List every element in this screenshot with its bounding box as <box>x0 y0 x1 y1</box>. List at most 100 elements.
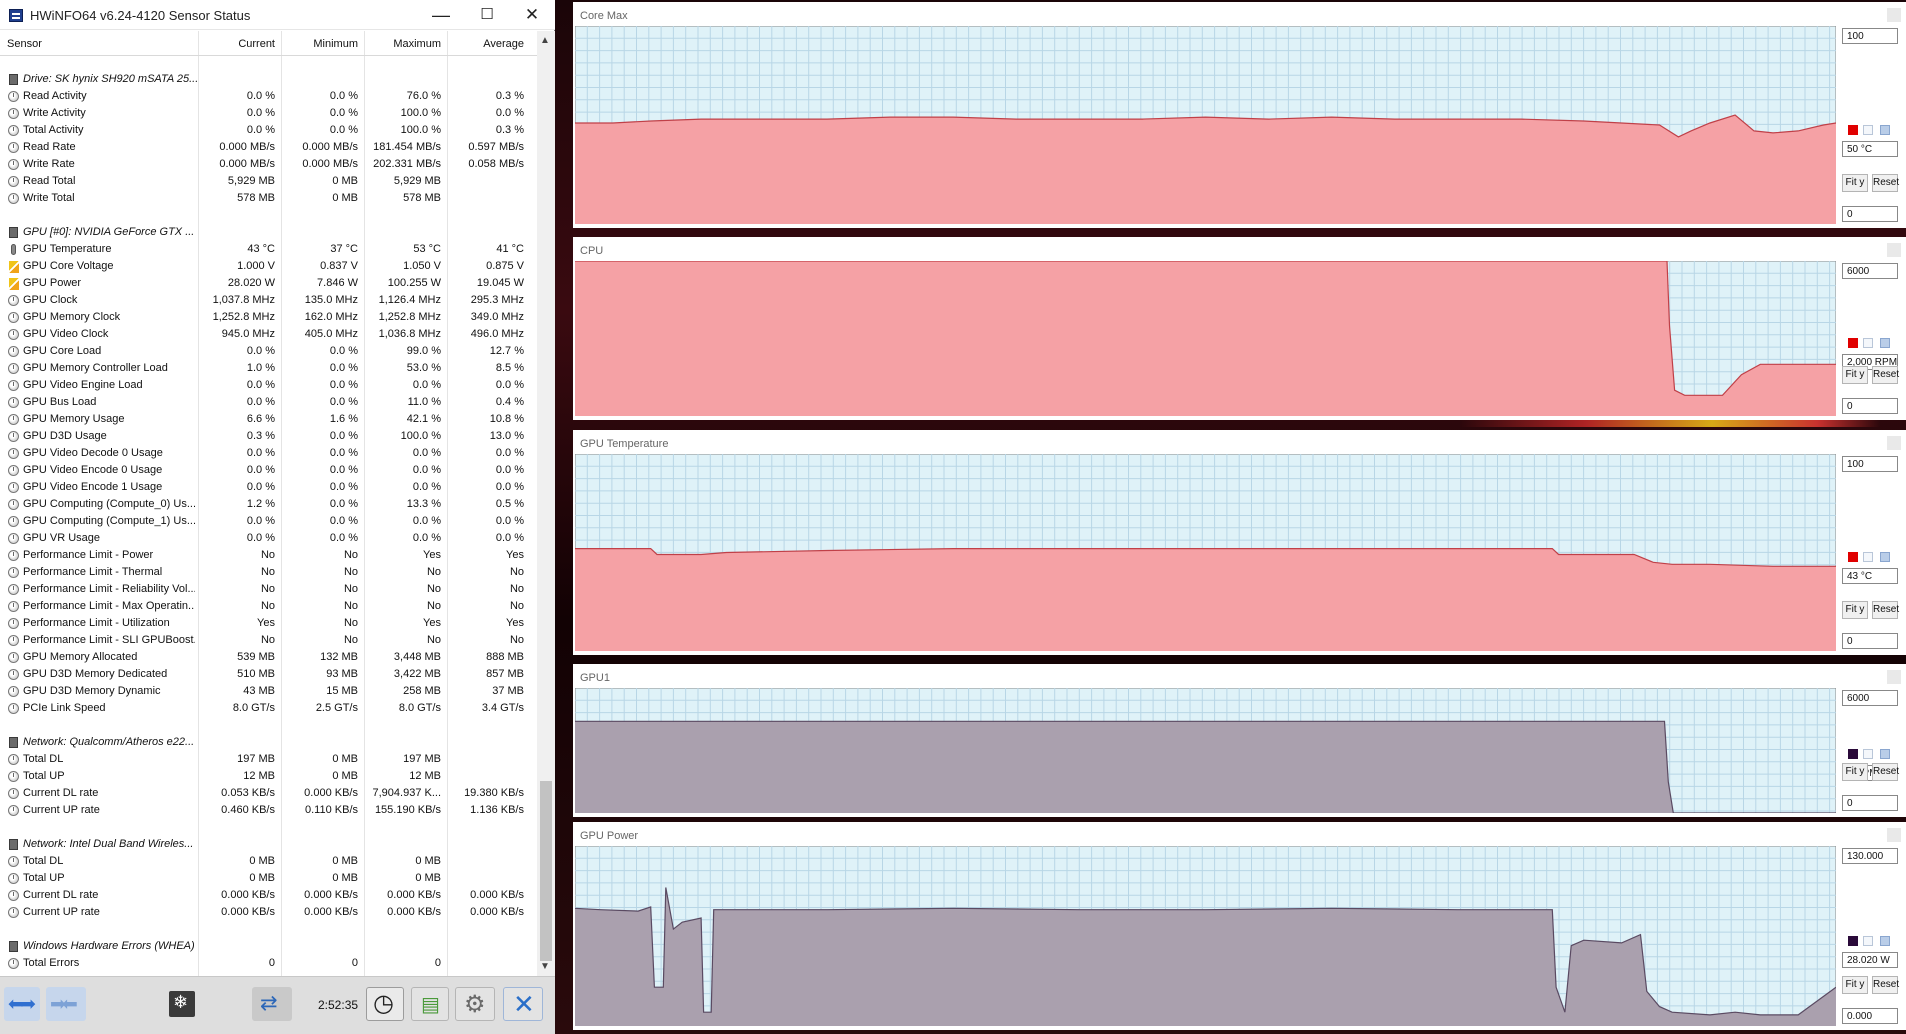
graph-max-input[interactable]: 6000 <box>1842 690 1898 706</box>
network-button[interactable]: ⇄ <box>252 987 292 1021</box>
trace-color-swatch[interactable] <box>1848 749 1858 759</box>
sensor-row[interactable]: Total DL 197 MB 0 MB 197 MB <box>0 751 537 768</box>
sensor-row[interactable]: GPU Power 28.020 W 7.846 W 100.255 W 19.045 … <box>0 275 537 292</box>
grid-color-swatch[interactable] <box>1880 337 1890 348</box>
sensor-row[interactable]: GPU VR Usage 0.0 % 0.0 % 0.0 % 0.0 % <box>0 530 537 547</box>
graph-window-gpu-power[interactable]: GPU Power 130.000 28.020 W Fit y Reset 0.… <box>573 822 1906 1030</box>
sensor-row[interactable]: GPU Core Voltage 1.000 V 0.837 V 1.050 V 0.8… <box>0 258 537 275</box>
report-button[interactable]: ▤ <box>411 987 449 1021</box>
sensor-row[interactable]: Write Total 578 MB 0 MB 578 MB <box>0 190 537 207</box>
sensor-row[interactable]: Performance Limit - Utilization Yes No Yes Y… <box>0 615 537 632</box>
sensor-row[interactable]: Read Activity 0.0 % 0.0 % 76.0 % 0.3 % <box>0 88 537 105</box>
graph-min-input[interactable]: 0 <box>1842 795 1898 811</box>
settings-button[interactable]: ⚙ <box>455 987 495 1021</box>
scrollbar-thumb[interactable] <box>540 781 552 961</box>
sensor-row[interactable]: GPU Video Clock 945.0 MHz 405.0 MHz 1,036.8… <box>0 326 537 343</box>
sensor-row[interactable]: Current UP rate 0.460 KB/s 0.110 KB/s 155.1… <box>0 802 537 819</box>
reset-button[interactable]: Reset <box>1872 601 1899 619</box>
maximize-button[interactable]: ☐ <box>464 0 510 30</box>
sensor-row[interactable]: GPU D3D Memory Dedicated 510 MB 93 MB 3,422… <box>0 666 537 683</box>
trace-color-swatch[interactable] <box>1848 935 1858 946</box>
sensor-row[interactable]: GPU Bus Load 0.0 % 0.0 % 11.0 % 0.4 % <box>0 394 537 411</box>
sensor-grid[interactable]: Sensor Current Minimum Maximum Average D… <box>0 31 537 976</box>
column-header-maximum[interactable]: Maximum <box>393 38 441 50</box>
sensor-row[interactable]: Performance Limit - Max Operatin... No No N… <box>0 598 537 615</box>
grid-color-swatch[interactable] <box>1880 935 1890 946</box>
graph-window-gpu1[interactable]: GPU1 6000 0 RPM Fit yReset 0 <box>573 664 1906 817</box>
sensor-row[interactable]: GPU Memory Clock 1,252.8 MHz 162.0 MHz 1,25… <box>0 309 537 326</box>
sensor-row[interactable]: GPU Computing (Compute_1) Us... 0.0 % 0.0 … <box>0 513 537 530</box>
sensor-row[interactable]: Performance Limit - Power No No Yes Yes <box>0 547 537 564</box>
close-window-button[interactable]: ✕ <box>509 0 555 30</box>
column-header-sensor[interactable]: Sensor <box>7 38 42 50</box>
trace-color-swatch[interactable] <box>1848 552 1858 563</box>
sensor-row[interactable]: Write Rate 0.000 MB/s 0.000 MB/s 202.331 MB… <box>0 156 537 173</box>
sensor-row[interactable]: GPU D3D Memory Dynamic 43 MB 15 MB 258 MB 37… <box>0 683 537 700</box>
sensor-row[interactable]: Performance Limit - Reliability Vol... No… <box>0 581 537 598</box>
column-header-minimum[interactable]: Minimum <box>313 38 358 50</box>
sensor-row[interactable]: GPU D3D Usage 0.3 % 0.0 % 100.0 % 13.0 % <box>0 428 537 445</box>
window-titlebar[interactable]: HWiNFO64 v6.24-4120 Sensor Status — ☐ ✕ <box>0 0 555 30</box>
graph-min-input[interactable]: 0 <box>1842 206 1898 222</box>
graph-max-input[interactable]: 6000 <box>1842 263 1898 279</box>
trace-color-swatch[interactable] <box>1848 337 1858 348</box>
background-color-swatch[interactable] <box>1863 935 1873 946</box>
sensor-row[interactable]: GPU Video Encode 0 Usage 0.0 % 0.0 % 0.0 % 0… <box>0 462 537 479</box>
sensor-group-row[interactable]: Windows Hardware Errors (WHEA) <box>0 938 537 955</box>
sensor-row[interactable]: Read Total 5,929 MB 0 MB 5,929 MB <box>0 173 537 190</box>
fit-y-button[interactable]: Fit y <box>1842 174 1868 192</box>
column-header-average[interactable]: Average <box>483 38 524 50</box>
sensor-row[interactable]: GPU Memory Allocated 539 MB 132 MB 3,448 MB… <box>0 649 537 666</box>
sensor-row[interactable]: GPU Video Encode 1 Usage 0.0 % 0.0 % 0.0 % 0… <box>0 479 537 496</box>
sensor-group-row[interactable]: Network: Qualcomm/Atheros e22... <box>0 734 537 751</box>
exit-button[interactable]: ✕ <box>503 987 543 1021</box>
sensor-group-row[interactable]: Network: Intel Dual Band Wireles... <box>0 836 537 853</box>
sensor-row[interactable]: Read Rate 0.000 MB/s 0.000 MB/s 181.454 MB/… <box>0 139 537 156</box>
sensor-row[interactable]: GPU Computing (Compute_0) Us... 1.2 % 0.0 … <box>0 496 537 513</box>
reset-button[interactable]: Reset <box>1872 366 1899 384</box>
sensor-row[interactable]: PCIe Link Speed 8.0 GT/s 2.5 GT/s 8.0 GT/s 3… <box>0 700 537 717</box>
reset-button[interactable]: Reset <box>1872 174 1899 192</box>
sensor-row[interactable]: GPU Video Engine Load 0.0 % 0.0 % 0.0 % 0.0 … <box>0 377 537 394</box>
background-color-swatch[interactable] <box>1863 552 1873 563</box>
sensor-row[interactable]: Total UP 12 MB 0 MB 12 MB <box>0 768 537 785</box>
background-color-swatch[interactable] <box>1863 124 1873 135</box>
sensor-row[interactable]: Write Activity 0.0 % 0.0 % 100.0 % 0.0 % <box>0 105 537 122</box>
background-color-swatch[interactable] <box>1863 337 1873 348</box>
vertical-scrollbar[interactable]: ▲ ▼ <box>537 31 555 976</box>
graph-window-core-max[interactable]: Core Max 100 50 °C Fit y Reset 0 <box>573 2 1906 228</box>
navigate-arrows-button[interactable]: ⬅➡ <box>4 987 40 1021</box>
collapse-arrows-button[interactable]: ➡⬅ <box>46 987 86 1021</box>
grid-color-swatch[interactable] <box>1880 124 1890 135</box>
fit-y-button[interactable]: Fit y <box>1842 366 1868 384</box>
graph-window-gpu-temperature[interactable]: GPU Temperature 100 43 °C Fit y Reset 0 <box>573 430 1906 655</box>
graph-max-input[interactable]: 130.000 <box>1842 848 1898 864</box>
grid-color-swatch[interactable] <box>1880 749 1890 759</box>
column-header-current[interactable]: Current <box>238 38 275 50</box>
scroll-up-arrow-icon[interactable]: ▲ <box>540 35 550 46</box>
logging-start-button[interactable]: ❄ <box>169 991 195 1017</box>
sensor-row[interactable]: Total DL 0 MB 0 MB 0 MB <box>0 853 537 870</box>
sensor-row[interactable]: Total UP 0 MB 0 MB 0 MB <box>0 870 537 887</box>
reset-button[interactable]: Reset <box>1872 763 1899 781</box>
sensor-group-row[interactable]: Drive: SK hynix SH920 mSATA 25... <box>0 71 537 88</box>
grid-color-swatch[interactable] <box>1880 552 1890 563</box>
graph-max-input[interactable]: 100 <box>1842 28 1898 44</box>
graph-max-input[interactable]: 100 <box>1842 456 1898 472</box>
reset-button[interactable]: Reset <box>1872 976 1899 994</box>
sensor-row[interactable]: Current DL rate 0.000 KB/s 0.000 KB/s 0.000… <box>0 887 537 904</box>
graph-window-cpu[interactable]: CPU 6000 2,000 RPM Fit y Reset 0 <box>573 237 1906 420</box>
sensor-row[interactable]: Total Activity 0.0 % 0.0 % 100.0 % 0.3 % <box>0 122 537 139</box>
fit-y-button[interactable]: Fit y <box>1842 601 1868 619</box>
background-color-swatch[interactable] <box>1863 749 1873 759</box>
sensor-row[interactable]: GPU Temperature 43 °C 37 °C 53 °C 41 °C <box>0 241 537 258</box>
scroll-down-arrow-icon[interactable]: ▼ <box>540 961 550 972</box>
sensor-row[interactable]: GPU Core Load 0.0 % 0.0 % 99.0 % 12.7 % <box>0 343 537 360</box>
sensor-row[interactable]: Performance Limit - SLI GPUBoost... No No N… <box>0 632 537 649</box>
clock-reset-button[interactable]: ◷ <box>366 987 404 1021</box>
sensor-row[interactable]: GPU Clock 1,037.8 MHz 135.0 MHz 1,126.4 MHz… <box>0 292 537 309</box>
sensor-row[interactable]: Current DL rate 0.053 KB/s 0.000 KB/s 7,904… <box>0 785 537 802</box>
fit-y-button[interactable]: Fit y <box>1842 763 1868 781</box>
sensor-row[interactable]: Current UP rate 0.000 KB/s 0.000 KB/s 0.000… <box>0 904 537 921</box>
sensor-row[interactable]: GPU Memory Usage 6.6 % 1.6 % 42.1 % 10.8 % <box>0 411 537 428</box>
